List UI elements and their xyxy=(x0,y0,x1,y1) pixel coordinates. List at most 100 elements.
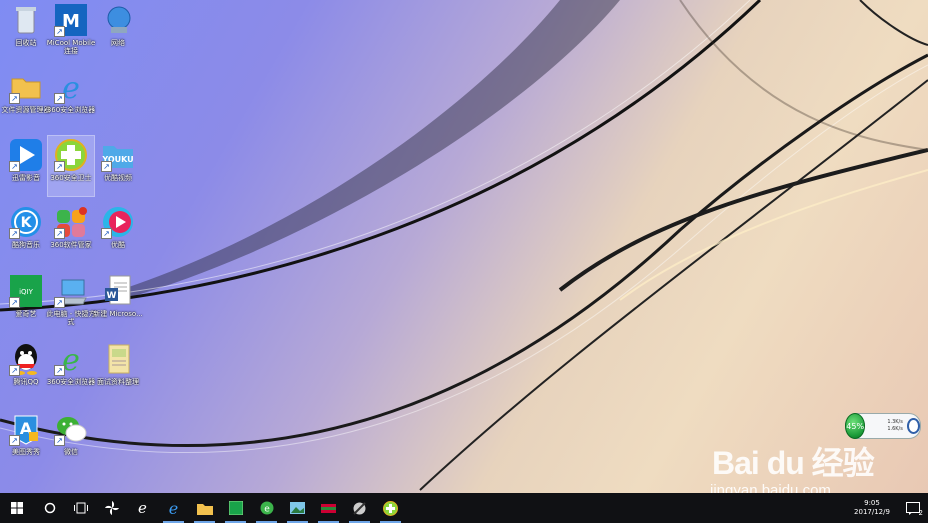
watermark-logo: Bai du 经验 xyxy=(712,445,875,481)
system-tray: 9:05 2017/12/9 2 xyxy=(846,493,928,523)
taskbar-image-viewer-app[interactable] xyxy=(282,493,313,523)
desktop-icon-this-pc[interactable]: ↗ 此电脑 - 快捷方式 xyxy=(47,272,95,332)
desktop-icon-file-explorer[interactable]: ↗ 文件资源管理器 xyxy=(1,68,51,128)
mi-app-icon: M ↗ xyxy=(54,3,88,37)
notification-count: 2 xyxy=(918,509,923,517)
browser-e-icon: e ↗ xyxy=(54,342,88,378)
shortcut-arrow-icon: ↗ xyxy=(9,228,20,239)
desktop-icon-doc-folder[interactable]: 面试资料整理 xyxy=(95,340,141,400)
cortana-search-button[interactable] xyxy=(34,493,65,523)
clock-date: 2017/12/9 xyxy=(854,508,890,516)
desktop-icon-youku[interactable]: ↗ 优酷 xyxy=(95,203,141,263)
desktop-icon-word-doc[interactable]: W 新建 Microso... xyxy=(93,272,143,332)
taskbar-flag-app[interactable] xyxy=(313,493,344,523)
desktop-icon-label: 360安全卫士 xyxy=(50,174,92,182)
desktop-icon-label: 360软件管家 xyxy=(50,241,92,249)
desktop-icon-label: 网络 xyxy=(111,39,125,47)
desktop-icon-label: 优酷 xyxy=(111,241,125,249)
taskbar-ie-app[interactable]: e xyxy=(127,493,158,523)
play-icon: ↗ xyxy=(9,138,43,172)
qq-icon: ↗ xyxy=(9,342,43,376)
document-folder-icon xyxy=(101,342,135,376)
shortcut-arrow-icon: ↗ xyxy=(9,93,20,104)
desktop-icon-app-store[interactable]: A ↗ 美图秀秀 xyxy=(3,410,49,470)
desktop-icon-recycle-bin[interactable]: 回收站 xyxy=(3,1,49,61)
taskbar-clock[interactable]: 9:05 2017/12/9 xyxy=(846,499,898,517)
network-percent-ball[interactable]: 45% xyxy=(845,413,866,439)
desktop-icon-label: 美图秀秀 xyxy=(12,448,40,456)
flag-app-icon xyxy=(321,503,336,513)
start-button[interactable] xyxy=(0,493,34,523)
desktop-icon-label: 360安全浏览器 xyxy=(46,378,96,386)
action-center-button[interactable]: 2 xyxy=(898,493,928,523)
desktop-icon-label: 文件资源管理器 xyxy=(1,106,51,114)
download-speed: 1.6K/s xyxy=(887,426,903,432)
pinwheel-icon xyxy=(104,501,119,515)
desktop-icon-label: MiCool Mobile 连接 xyxy=(46,39,96,55)
desktop-icon-360-browser[interactable]: e ↗ 360安全浏览器 xyxy=(47,68,95,128)
baidu-jingyan-watermark: Bai du 经验 xyxy=(712,438,875,484)
desktop-icon-mi-app[interactable]: M ↗ MiCool Mobile 连接 xyxy=(46,1,96,61)
shortcut-arrow-icon: ↗ xyxy=(9,435,20,446)
taskbar-green-app[interactable] xyxy=(220,493,251,523)
folder-icon: ↗ xyxy=(9,70,43,104)
desktop-icon-label: 爱奇艺 xyxy=(15,310,37,318)
shortcut-arrow-icon: ↗ xyxy=(54,26,65,37)
svg-text:W: W xyxy=(107,291,117,301)
taskbar-tool-app[interactable] xyxy=(344,493,375,523)
network-speed-widget[interactable]: 45% 1.3K/s 1.6K/s xyxy=(845,413,921,439)
desktop-icon-label: 优酷视频 xyxy=(104,174,132,182)
wechat-icon: ↗ xyxy=(54,412,88,446)
desktop-icon-label: 回收站 xyxy=(15,39,37,47)
network-icon xyxy=(101,3,135,37)
taskbar-360-browser-app[interactable]: e xyxy=(251,493,282,523)
ie-icon: e xyxy=(138,499,147,517)
desktop-icon-360-security[interactable]: ↗ 360安全卫士 xyxy=(47,135,95,197)
kugou-icon: K ↗ xyxy=(9,205,43,239)
green-app-icon: iQIY ↗ xyxy=(9,274,43,308)
recycle-bin-icon xyxy=(9,3,43,37)
task-view-button[interactable] xyxy=(65,493,96,523)
video-play-icon: ↗ xyxy=(101,205,135,239)
taskbar-file-explorer-app[interactable] xyxy=(189,493,220,523)
file-explorer-icon xyxy=(196,503,213,515)
desktop-icon-label: 迅雷影音 xyxy=(12,174,40,182)
ie-browser-icon: e ↗ xyxy=(54,70,88,106)
shortcut-arrow-icon: ↗ xyxy=(9,365,20,376)
shortcut-arrow-icon: ↗ xyxy=(54,435,65,446)
desktop-icon-360-browser-2[interactable]: e ↗ 360安全浏览器 xyxy=(46,340,96,400)
desktop-icon-label: 新建 Microso... xyxy=(93,310,143,318)
taskbar-edge-app[interactable]: e xyxy=(158,493,189,523)
network-speeds: 1.3K/s 1.6K/s xyxy=(887,419,903,433)
tool-icon xyxy=(353,501,366,515)
desktop-icon-kugou[interactable]: K ↗ 酷狗音乐 xyxy=(3,203,49,263)
desktop-icon-360-software-manager[interactable]: ↗ 360软件管家 xyxy=(48,203,94,263)
taskbar-pinwheel-app[interactable] xyxy=(96,493,127,523)
browser-360-icon: e xyxy=(260,501,273,515)
desktop-icon-youku-folder[interactable]: YOUKU ↗ 优酷视频 xyxy=(95,136,141,196)
svg-text:iQIY: iQIY xyxy=(19,288,34,296)
svg-text:K: K xyxy=(21,215,33,231)
desktop-icon-wechat[interactable]: ↗ 微信 xyxy=(48,410,94,470)
windows-start-icon xyxy=(11,502,23,514)
app-store-icon: A ↗ xyxy=(9,412,43,446)
desktop-icon-xunlei[interactable]: ↗ 迅雷影音 xyxy=(3,136,49,196)
shortcut-arrow-icon: ↗ xyxy=(54,228,65,239)
cortana-search-icon xyxy=(44,502,55,514)
speed-gauge-icon[interactable] xyxy=(906,418,920,434)
shortcut-arrow-icon: ↗ xyxy=(101,161,112,172)
shortcut-arrow-icon: ↗ xyxy=(9,161,20,172)
shortcut-arrow-icon: ↗ xyxy=(54,93,65,104)
taskbar-360-security-app[interactable] xyxy=(375,493,406,523)
task-view-icon xyxy=(73,502,88,514)
computer-icon: ↗ xyxy=(54,274,88,308)
shortcut-arrow-icon: ↗ xyxy=(9,297,20,308)
clock-time: 9:05 xyxy=(864,499,880,507)
shortcut-arrow-icon: ↗ xyxy=(54,297,65,308)
svg-text:e: e xyxy=(264,505,270,515)
desktop-icon-network[interactable]: 网络 xyxy=(95,1,141,61)
word-document-icon: W xyxy=(101,274,135,308)
desktop-icon-green-app[interactable]: iQIY ↗ 爱奇艺 xyxy=(3,272,49,332)
taskbar: e e e 9:05 2017/12/9 2 xyxy=(0,493,928,523)
desktop-icon-qq[interactable]: ↗ 腾讯QQ xyxy=(3,340,49,400)
